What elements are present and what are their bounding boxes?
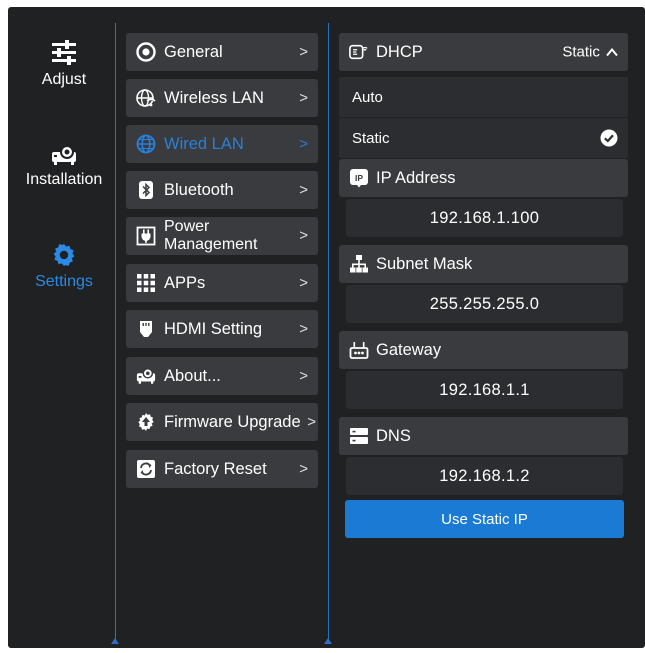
field-header-ip-address: IP IP Address bbox=[339, 159, 628, 197]
ip-address-value[interactable]: 192.168.1.100 bbox=[346, 199, 623, 237]
chevron-right-icon: > bbox=[299, 89, 308, 107]
server-icon bbox=[349, 426, 369, 446]
chevron-right-icon: > bbox=[299, 274, 308, 292]
power-plug-icon bbox=[136, 226, 156, 246]
rail-item-installation[interactable]: Installation bbox=[8, 143, 120, 189]
chevron-right-icon: > bbox=[299, 367, 308, 385]
rail-item-settings[interactable]: Settings bbox=[8, 241, 120, 291]
gear-icon bbox=[53, 244, 75, 266]
apps-grid-icon bbox=[136, 273, 156, 293]
chevron-up-icon bbox=[606, 47, 618, 57]
menu-label-hdmi-setting: HDMI Setting bbox=[164, 319, 263, 338]
menu-label-power-line2: Management bbox=[164, 236, 258, 253]
field-header-dns: DNS bbox=[339, 417, 628, 455]
chevron-right-icon: > bbox=[299, 135, 308, 153]
dhcp-icon bbox=[349, 42, 369, 62]
menu-label-power-line1: Power bbox=[164, 218, 210, 235]
bluetooth-icon bbox=[136, 180, 156, 200]
sliders-icon bbox=[52, 40, 76, 65]
menu-item-general[interactable]: General > bbox=[126, 33, 318, 71]
dhcp-dropdown[interactable]: DHCP Static bbox=[339, 33, 628, 71]
menu-label-power-management: Power Management bbox=[164, 218, 257, 254]
divider-right bbox=[324, 23, 332, 644]
divider-left bbox=[111, 23, 119, 644]
rail-label-adjust: Adjust bbox=[41, 71, 87, 88]
dhcp-option-label: Auto bbox=[352, 88, 383, 106]
menu-item-bluetooth[interactable]: Bluetooth > bbox=[126, 171, 318, 209]
use-static-ip-button[interactable]: Use Static IP bbox=[345, 500, 624, 538]
hdmi-icon bbox=[136, 319, 156, 339]
menu-item-wireless-lan[interactable]: Wireless LAN > bbox=[126, 79, 318, 117]
svg-text:IP: IP bbox=[355, 173, 363, 183]
menu-label-general: General bbox=[164, 42, 223, 61]
rail-item-adjust[interactable]: Adjust bbox=[8, 39, 120, 89]
router-icon bbox=[349, 340, 369, 360]
chevron-right-icon: > bbox=[307, 413, 316, 431]
check-circle-icon bbox=[600, 129, 618, 147]
field-label: DNS bbox=[376, 426, 411, 445]
ip-icon: IP bbox=[349, 168, 369, 188]
rail-label-installation: Installation bbox=[25, 171, 103, 188]
subnet-mask-value[interactable]: 255.255.255.0 bbox=[346, 285, 623, 323]
dhcp-value-text: Static bbox=[562, 43, 600, 61]
menu-item-about[interactable]: About... > bbox=[126, 357, 318, 395]
field-label: IP Address bbox=[376, 168, 456, 187]
chevron-right-icon: > bbox=[299, 227, 308, 244]
menu-label-wireless-lan: Wireless LAN bbox=[164, 88, 264, 107]
upgrade-icon bbox=[136, 412, 156, 432]
dhcp-option-auto[interactable]: Auto bbox=[339, 77, 628, 117]
dhcp-label: DHCP bbox=[376, 42, 423, 61]
field-header-subnet-mask: Subnet Mask bbox=[339, 245, 628, 283]
chevron-right-icon: > bbox=[299, 181, 308, 199]
menu-item-apps[interactable]: APPs > bbox=[126, 264, 318, 302]
dhcp-current-value: Static bbox=[562, 44, 618, 61]
menu-label-bluetooth: Bluetooth bbox=[164, 180, 234, 199]
field-header-gateway: Gateway bbox=[339, 331, 628, 369]
rail-label-settings: Settings bbox=[35, 273, 93, 290]
dhcp-option-static[interactable]: Static bbox=[339, 118, 628, 158]
projector-info-icon bbox=[136, 366, 156, 386]
menu-label-apps: APPs bbox=[164, 273, 206, 292]
reset-icon bbox=[136, 459, 156, 479]
globe-icon bbox=[136, 134, 156, 154]
menu-item-hdmi-setting[interactable]: HDMI Setting > bbox=[126, 310, 318, 348]
network-tree-icon bbox=[349, 254, 369, 274]
menu-item-firmware-upgrade[interactable]: Firmware Upgrade > bbox=[126, 403, 318, 441]
general-icon bbox=[136, 42, 156, 62]
menu-label-factory-reset: Factory Reset bbox=[164, 459, 267, 478]
chevron-right-icon: > bbox=[299, 320, 308, 338]
menu-item-power-management[interactable]: Power Management > bbox=[126, 217, 318, 255]
app-window: Adjust Installation Settings General > W… bbox=[8, 7, 645, 648]
projector-icon bbox=[52, 145, 76, 165]
chevron-right-icon: > bbox=[299, 43, 308, 61]
menu-label-wired-lan: Wired LAN bbox=[164, 134, 244, 153]
dhcp-option-label: Static bbox=[352, 129, 390, 147]
menu-label-firmware-upgrade: Firmware Upgrade bbox=[164, 412, 301, 431]
menu-item-factory-reset[interactable]: Factory Reset > bbox=[126, 450, 318, 488]
dns-value[interactable]: 192.168.1.2 bbox=[346, 457, 623, 495]
field-label: Gateway bbox=[376, 340, 442, 359]
field-label: Subnet Mask bbox=[376, 254, 473, 273]
chevron-right-icon: > bbox=[299, 460, 308, 478]
gateway-value[interactable]: 192.168.1.1 bbox=[346, 371, 623, 409]
wireless-globe-icon bbox=[136, 88, 156, 108]
menu-item-wired-lan[interactable]: Wired LAN > bbox=[126, 125, 318, 163]
menu-label-about: About... bbox=[164, 366, 221, 385]
